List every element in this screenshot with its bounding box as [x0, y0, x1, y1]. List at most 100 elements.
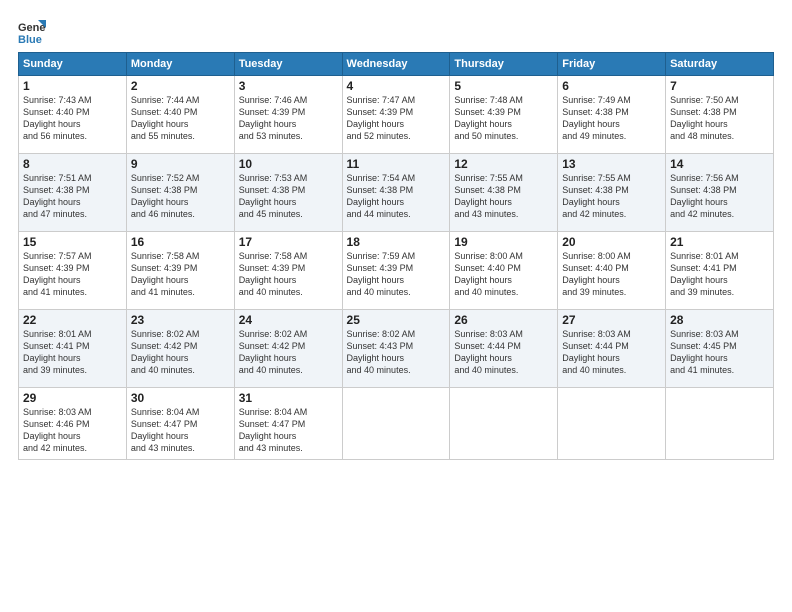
day-number: 29 — [23, 391, 122, 405]
day-info: Sunrise: 7:51 AMSunset: 4:38 PMDaylight … — [23, 172, 122, 221]
day-number: 16 — [131, 235, 230, 249]
day-number: 9 — [131, 157, 230, 171]
day-info: Sunrise: 8:03 AMSunset: 4:44 PMDaylight … — [562, 328, 661, 377]
day-number: 23 — [131, 313, 230, 327]
day-info: Sunrise: 7:59 AMSunset: 4:39 PMDaylight … — [347, 250, 446, 299]
weekday-header: Friday — [558, 53, 666, 76]
day-info: Sunrise: 7:54 AMSunset: 4:38 PMDaylight … — [347, 172, 446, 221]
weekday-header: Monday — [126, 53, 234, 76]
day-number: 30 — [131, 391, 230, 405]
calendar-cell: 21Sunrise: 8:01 AMSunset: 4:41 PMDayligh… — [666, 232, 774, 310]
calendar-cell: 19Sunrise: 8:00 AMSunset: 4:40 PMDayligh… — [450, 232, 558, 310]
calendar-cell — [558, 388, 666, 460]
day-number: 3 — [239, 79, 338, 93]
day-info: Sunrise: 8:01 AMSunset: 4:41 PMDaylight … — [23, 328, 122, 377]
calendar-cell: 12Sunrise: 7:55 AMSunset: 4:38 PMDayligh… — [450, 154, 558, 232]
calendar-cell: 20Sunrise: 8:00 AMSunset: 4:40 PMDayligh… — [558, 232, 666, 310]
day-number: 6 — [562, 79, 661, 93]
calendar-cell: 17Sunrise: 7:58 AMSunset: 4:39 PMDayligh… — [234, 232, 342, 310]
day-info: Sunrise: 7:58 AMSunset: 4:39 PMDaylight … — [131, 250, 230, 299]
day-info: Sunrise: 8:03 AMSunset: 4:46 PMDaylight … — [23, 406, 122, 455]
day-number: 1 — [23, 79, 122, 93]
day-number: 2 — [131, 79, 230, 93]
calendar-cell: 18Sunrise: 7:59 AMSunset: 4:39 PMDayligh… — [342, 232, 450, 310]
calendar-cell: 13Sunrise: 7:55 AMSunset: 4:38 PMDayligh… — [558, 154, 666, 232]
day-info: Sunrise: 8:01 AMSunset: 4:41 PMDaylight … — [670, 250, 769, 299]
day-info: Sunrise: 8:04 AMSunset: 4:47 PMDaylight … — [131, 406, 230, 455]
day-info: Sunrise: 8:02 AMSunset: 4:43 PMDaylight … — [347, 328, 446, 377]
calendar-cell: 3Sunrise: 7:46 AMSunset: 4:39 PMDaylight… — [234, 76, 342, 154]
logo: General Blue — [18, 18, 50, 46]
day-info: Sunrise: 8:00 AMSunset: 4:40 PMDaylight … — [562, 250, 661, 299]
day-info: Sunrise: 8:03 AMSunset: 4:44 PMDaylight … — [454, 328, 553, 377]
calendar-cell: 24Sunrise: 8:02 AMSunset: 4:42 PMDayligh… — [234, 310, 342, 388]
calendar-cell: 22Sunrise: 8:01 AMSunset: 4:41 PMDayligh… — [19, 310, 127, 388]
day-number: 8 — [23, 157, 122, 171]
calendar-cell: 29Sunrise: 8:03 AMSunset: 4:46 PMDayligh… — [19, 388, 127, 460]
day-number: 31 — [239, 391, 338, 405]
calendar-cell — [666, 388, 774, 460]
calendar-cell: 10Sunrise: 7:53 AMSunset: 4:38 PMDayligh… — [234, 154, 342, 232]
day-number: 22 — [23, 313, 122, 327]
day-info: Sunrise: 7:43 AMSunset: 4:40 PMDaylight … — [23, 94, 122, 143]
day-number: 10 — [239, 157, 338, 171]
calendar-cell: 4Sunrise: 7:47 AMSunset: 4:39 PMDaylight… — [342, 76, 450, 154]
day-number: 5 — [454, 79, 553, 93]
day-info: Sunrise: 7:57 AMSunset: 4:39 PMDaylight … — [23, 250, 122, 299]
day-number: 20 — [562, 235, 661, 249]
day-info: Sunrise: 7:56 AMSunset: 4:38 PMDaylight … — [670, 172, 769, 221]
day-info: Sunrise: 7:47 AMSunset: 4:39 PMDaylight … — [347, 94, 446, 143]
day-info: Sunrise: 8:04 AMSunset: 4:47 PMDaylight … — [239, 406, 338, 455]
calendar-cell: 8Sunrise: 7:51 AMSunset: 4:38 PMDaylight… — [19, 154, 127, 232]
calendar-cell: 7Sunrise: 7:50 AMSunset: 4:38 PMDaylight… — [666, 76, 774, 154]
day-number: 12 — [454, 157, 553, 171]
day-number: 19 — [454, 235, 553, 249]
day-info: Sunrise: 7:49 AMSunset: 4:38 PMDaylight … — [562, 94, 661, 143]
calendar-cell: 2Sunrise: 7:44 AMSunset: 4:40 PMDaylight… — [126, 76, 234, 154]
calendar-table: SundayMondayTuesdayWednesdayThursdayFrid… — [18, 52, 774, 460]
day-info: Sunrise: 8:03 AMSunset: 4:45 PMDaylight … — [670, 328, 769, 377]
svg-text:Blue: Blue — [18, 34, 42, 46]
calendar-cell — [342, 388, 450, 460]
day-number: 24 — [239, 313, 338, 327]
calendar-cell: 5Sunrise: 7:48 AMSunset: 4:39 PMDaylight… — [450, 76, 558, 154]
calendar-cell: 15Sunrise: 7:57 AMSunset: 4:39 PMDayligh… — [19, 232, 127, 310]
day-number: 28 — [670, 313, 769, 327]
day-info: Sunrise: 7:55 AMSunset: 4:38 PMDaylight … — [562, 172, 661, 221]
day-number: 26 — [454, 313, 553, 327]
day-number: 15 — [23, 235, 122, 249]
calendar-cell: 9Sunrise: 7:52 AMSunset: 4:38 PMDaylight… — [126, 154, 234, 232]
weekday-header: Thursday — [450, 53, 558, 76]
calendar-cell: 6Sunrise: 7:49 AMSunset: 4:38 PMDaylight… — [558, 76, 666, 154]
calendar-cell: 25Sunrise: 8:02 AMSunset: 4:43 PMDayligh… — [342, 310, 450, 388]
day-info: Sunrise: 7:48 AMSunset: 4:39 PMDaylight … — [454, 94, 553, 143]
day-number: 7 — [670, 79, 769, 93]
calendar-cell: 16Sunrise: 7:58 AMSunset: 4:39 PMDayligh… — [126, 232, 234, 310]
calendar-cell: 1Sunrise: 7:43 AMSunset: 4:40 PMDaylight… — [19, 76, 127, 154]
calendar-cell: 23Sunrise: 8:02 AMSunset: 4:42 PMDayligh… — [126, 310, 234, 388]
day-info: Sunrise: 7:55 AMSunset: 4:38 PMDaylight … — [454, 172, 553, 221]
day-number: 14 — [670, 157, 769, 171]
day-number: 4 — [347, 79, 446, 93]
day-number: 21 — [670, 235, 769, 249]
day-info: Sunrise: 8:02 AMSunset: 4:42 PMDaylight … — [131, 328, 230, 377]
day-number: 18 — [347, 235, 446, 249]
day-number: 27 — [562, 313, 661, 327]
day-number: 11 — [347, 157, 446, 171]
calendar-cell: 11Sunrise: 7:54 AMSunset: 4:38 PMDayligh… — [342, 154, 450, 232]
day-info: Sunrise: 7:46 AMSunset: 4:39 PMDaylight … — [239, 94, 338, 143]
day-number: 25 — [347, 313, 446, 327]
day-info: Sunrise: 7:58 AMSunset: 4:39 PMDaylight … — [239, 250, 338, 299]
calendar-cell: 28Sunrise: 8:03 AMSunset: 4:45 PMDayligh… — [666, 310, 774, 388]
weekday-header: Saturday — [666, 53, 774, 76]
day-number: 13 — [562, 157, 661, 171]
day-info: Sunrise: 7:44 AMSunset: 4:40 PMDaylight … — [131, 94, 230, 143]
calendar-cell: 31Sunrise: 8:04 AMSunset: 4:47 PMDayligh… — [234, 388, 342, 460]
calendar-cell — [450, 388, 558, 460]
day-info: Sunrise: 7:50 AMSunset: 4:38 PMDaylight … — [670, 94, 769, 143]
day-info: Sunrise: 7:52 AMSunset: 4:38 PMDaylight … — [131, 172, 230, 221]
day-info: Sunrise: 8:02 AMSunset: 4:42 PMDaylight … — [239, 328, 338, 377]
calendar-cell: 14Sunrise: 7:56 AMSunset: 4:38 PMDayligh… — [666, 154, 774, 232]
calendar-cell: 27Sunrise: 8:03 AMSunset: 4:44 PMDayligh… — [558, 310, 666, 388]
day-info: Sunrise: 8:00 AMSunset: 4:40 PMDaylight … — [454, 250, 553, 299]
